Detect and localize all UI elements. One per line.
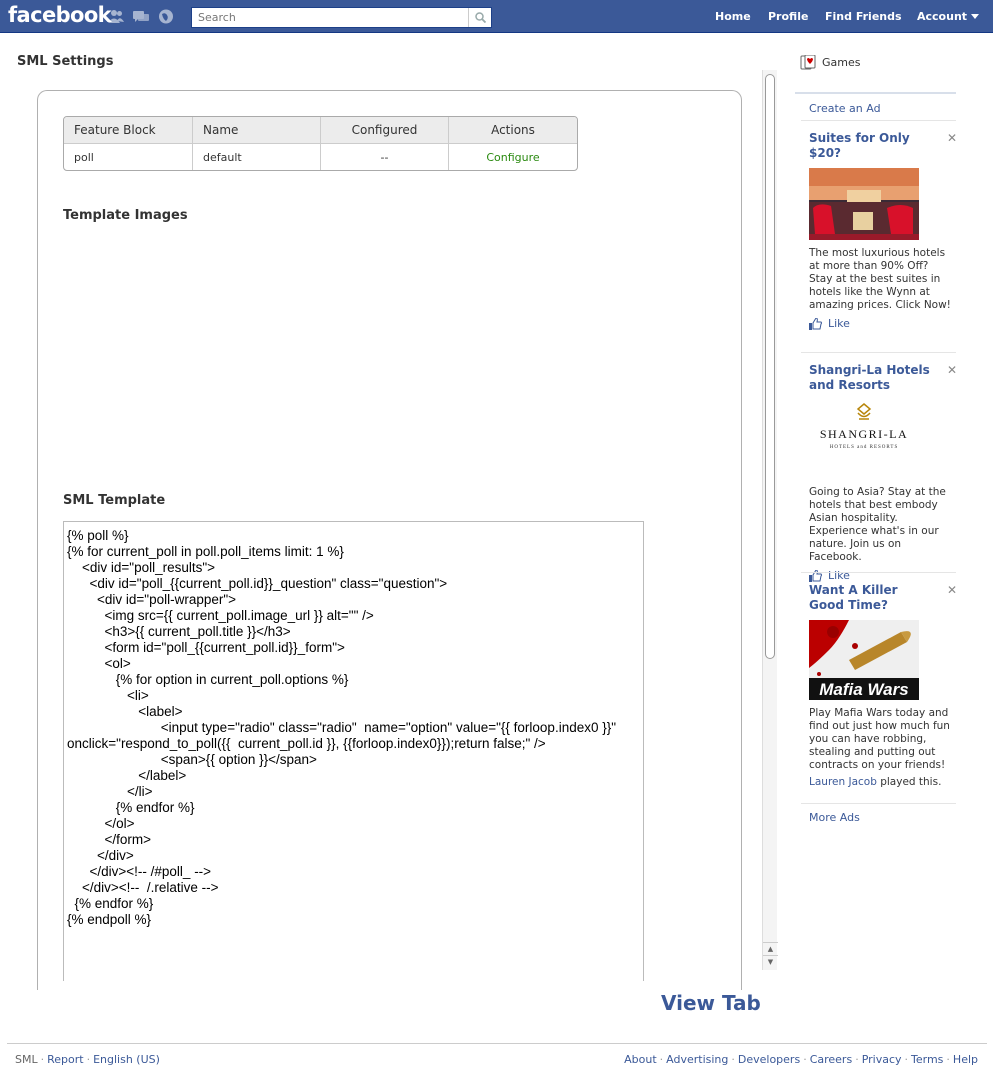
ad-title[interactable]: Want A Killer Good Time? (809, 583, 934, 613)
ads-column: Create an Ad Suites for Only $20? ✕ The … (795, 92, 957, 832)
footer-right: About · Advertising · Developers · Careers · Pri… (624, 1053, 978, 1066)
footer-left: SML · Report · English (US) (15, 1053, 160, 1066)
feature-block-table: Feature Block Name Configured Actions po… (63, 116, 578, 171)
close-icon[interactable]: ✕ (947, 131, 957, 145)
footer-report-link[interactable]: Report (47, 1053, 83, 1066)
configure-link[interactable]: Configure (486, 151, 539, 164)
notifications-icon[interactable] (158, 9, 174, 24)
ad-image-hotel-suite[interactable] (809, 168, 919, 240)
mafia-wars-image-text: Mafia Wars (819, 680, 908, 699)
scrollbar-thumb[interactable] (765, 74, 775, 659)
friends-icon[interactable] (108, 9, 124, 24)
nav-find-friends-label[interactable]: Find Friends (825, 10, 902, 23)
top-bar: facebook Home Profile Find Friends Accou… (0, 0, 993, 33)
messages-icon[interactable] (133, 9, 149, 24)
games-label[interactable]: Games (822, 56, 860, 69)
table-row: poll default -- Configure (64, 144, 577, 170)
ad-body: Going to Asia? Stay at the hotels that b… (809, 486, 946, 563)
facebook-logo[interactable]: facebook (8, 3, 112, 27)
ad-shangri-la[interactable]: Shangri-La Hotels and Resorts ✕ SHANGRI-… (809, 363, 957, 582)
nav-home[interactable]: Home (715, 0, 751, 33)
sml-template-heading: SML Template (63, 493, 166, 508)
table-header-name: Name (193, 117, 321, 144)
close-icon[interactable]: ✕ (947, 363, 957, 377)
table-header-row: Feature Block Name Configured Actions (64, 117, 577, 144)
shangri-la-logo-text: SHANGRI-LA (820, 427, 908, 441)
ad-divider (801, 120, 956, 121)
nav-home-label[interactable]: Home (715, 10, 751, 23)
nav-profile[interactable]: Profile (768, 0, 808, 33)
footer-divider (7, 1043, 987, 1044)
games-icon (800, 55, 816, 70)
footer-sml: SML (15, 1053, 38, 1066)
cell-name: default (193, 144, 321, 170)
footer-developers-link[interactable]: Developers (738, 1053, 800, 1066)
more-ads-link[interactable]: More Ads (809, 811, 860, 824)
ad-title[interactable]: Shangri-La Hotels and Resorts (809, 363, 934, 393)
template-images-heading: Template Images (63, 208, 188, 223)
table-header-feature-block: Feature Block (64, 117, 193, 144)
account-dropdown-icon[interactable] (971, 14, 980, 19)
ad-social-friend-link[interactable]: Lauren Jacob (809, 776, 877, 788)
table-header-configured: Configured (321, 117, 449, 144)
footer-terms-link[interactable]: Terms (911, 1053, 943, 1066)
table-header-actions: Actions (491, 123, 535, 137)
search-input[interactable] (192, 8, 469, 27)
footer-careers-link[interactable]: Careers (810, 1053, 853, 1066)
cell-feature-block: poll (64, 144, 193, 170)
like-label[interactable]: Like (828, 317, 850, 330)
ad-title[interactable]: Suites for Only $20? (809, 131, 934, 161)
scroll-up-arrow[interactable]: ▲ (763, 942, 778, 955)
ad-social-context: Lauren Jacob played this. (809, 776, 951, 788)
games-bookmark[interactable]: Games (800, 55, 860, 70)
footer-help-link[interactable]: Help (953, 1053, 978, 1066)
footer-privacy-link[interactable]: Privacy (862, 1053, 902, 1066)
ad-image-mafia-wars[interactable]: Mafia Wars (809, 620, 919, 700)
footer-about-link[interactable]: About (624, 1053, 657, 1066)
footer-language-link[interactable]: English (US) (93, 1053, 160, 1066)
nav-profile-label[interactable]: Profile (768, 10, 808, 23)
cell-actions: Configure (449, 144, 577, 170)
create-ad-link[interactable]: Create an Ad (809, 102, 881, 115)
close-icon[interactable]: ✕ (947, 583, 957, 597)
nav-find-friends[interactable]: Find Friends (825, 0, 902, 33)
search-box (191, 7, 492, 28)
cell-configured: -- (321, 144, 449, 170)
nav-account-label[interactable]: Account (917, 10, 967, 23)
nav-account[interactable]: Account (917, 0, 980, 33)
ad-divider (801, 572, 956, 573)
like-label[interactable]: Like (828, 569, 850, 582)
like-icon (809, 317, 822, 330)
scroll-down-arrow[interactable]: ▼ (763, 955, 778, 968)
like-button[interactable]: Like (809, 569, 951, 582)
ad-divider (801, 352, 956, 353)
ad-divider (801, 803, 956, 804)
ad-image-shangri-la-logo[interactable]: SHANGRI-LA HOTELS and RESORTS (809, 400, 919, 472)
search-button[interactable] (468, 8, 491, 27)
ad-body: Play Mafia Wars today and find out just … (809, 707, 950, 771)
shangri-la-logo-subtext: HOTELS and RESORTS (830, 445, 899, 450)
view-tab-link[interactable]: View Tab (661, 991, 761, 1015)
footer-advertising-link[interactable]: Advertising (666, 1053, 728, 1066)
ad-mafia-wars[interactable]: Want A Killer Good Time? ✕ Mafia Wars Pl… (809, 583, 957, 788)
sml-template-code[interactable]: {% poll %} {% for current_poll in poll.p… (64, 522, 643, 928)
sml-template-textarea[interactable]: {% poll %} {% for current_poll in poll.p… (63, 521, 644, 981)
ad-body: The most luxurious hotels at more than 9… (809, 247, 951, 311)
page-title: SML Settings (17, 54, 114, 69)
page-scrollbar[interactable]: ▲ ▼ (762, 70, 778, 970)
like-button[interactable]: Like (809, 317, 951, 330)
search-icon (474, 12, 486, 23)
ad-suites[interactable]: Suites for Only $20? ✕ The most luxuriou… (809, 131, 957, 330)
ad-social-action: played this. (876, 776, 942, 788)
